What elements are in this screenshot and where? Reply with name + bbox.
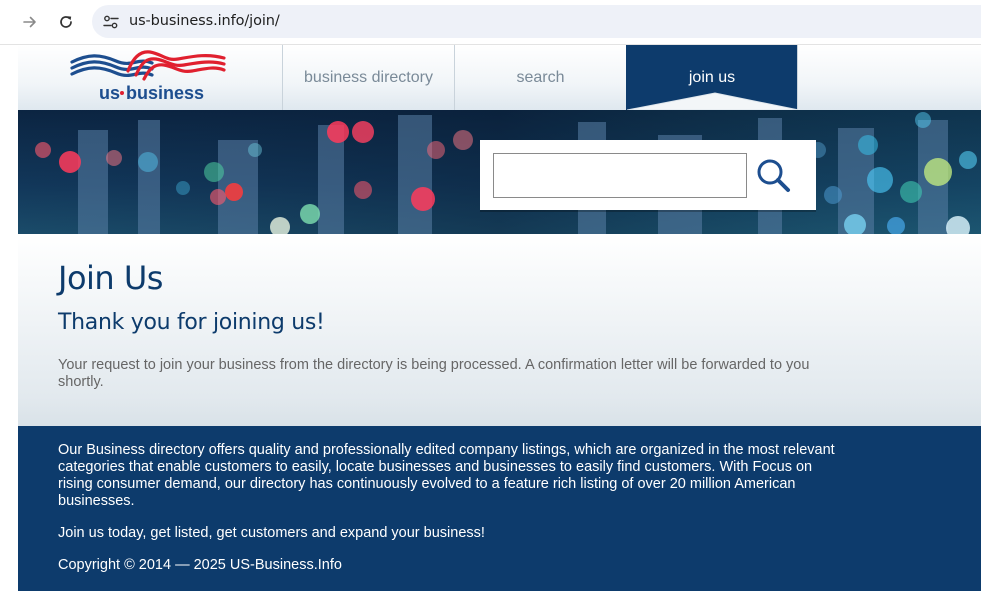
search-input[interactable] (493, 153, 747, 198)
forward-button[interactable] (18, 10, 42, 34)
site-footer: Our Business directory offers quality an… (18, 426, 981, 591)
page-subtitle: Thank you for joining us! (58, 310, 325, 335)
page-title: Join Us (58, 259, 163, 297)
flag-waves-icon (70, 50, 226, 81)
footer-description: Our Business directory offers quality an… (58, 442, 835, 509)
nav-search[interactable]: search (454, 45, 626, 110)
confirmation-message: Your request to join your business from … (58, 357, 810, 390)
site-header: us business business directory search jo… (18, 45, 981, 110)
address-bar[interactable]: us-business.info/join/ (92, 5, 981, 38)
footer-cta: Join us today, get listed, get customers… (58, 525, 485, 541)
search-icon (757, 159, 790, 192)
arrow-right-icon (23, 16, 36, 28)
search-box (480, 140, 816, 210)
footer-copyright: Copyright © 2014 — 2025 US-Business.Info (58, 557, 342, 573)
site: us business business directory search jo… (18, 45, 981, 591)
logo[interactable]: us business (70, 49, 228, 105)
nav-join-us-label: join us (688, 68, 736, 86)
logo-wordmark: us business (99, 83, 204, 103)
reload-button[interactable] (54, 10, 78, 34)
main-nav: business directory search join us (282, 45, 799, 110)
browser-toolbar: us-business.info/join/ (0, 0, 981, 45)
search-button[interactable] (750, 153, 800, 199)
active-tab-pointer (627, 92, 799, 110)
main-content: Join Us Thank you for joining us! Your r… (18, 234, 981, 426)
hero-banner (18, 110, 981, 234)
tune-icon[interactable] (102, 13, 120, 31)
nav-join-us[interactable]: join us (626, 45, 799, 110)
url-text[interactable]: us-business.info/join/ (129, 13, 280, 29)
svg-text:business: business (126, 83, 204, 103)
svg-text:us: us (99, 83, 120, 103)
nav-business-directory[interactable]: business directory (282, 45, 454, 110)
reload-icon (60, 16, 72, 28)
